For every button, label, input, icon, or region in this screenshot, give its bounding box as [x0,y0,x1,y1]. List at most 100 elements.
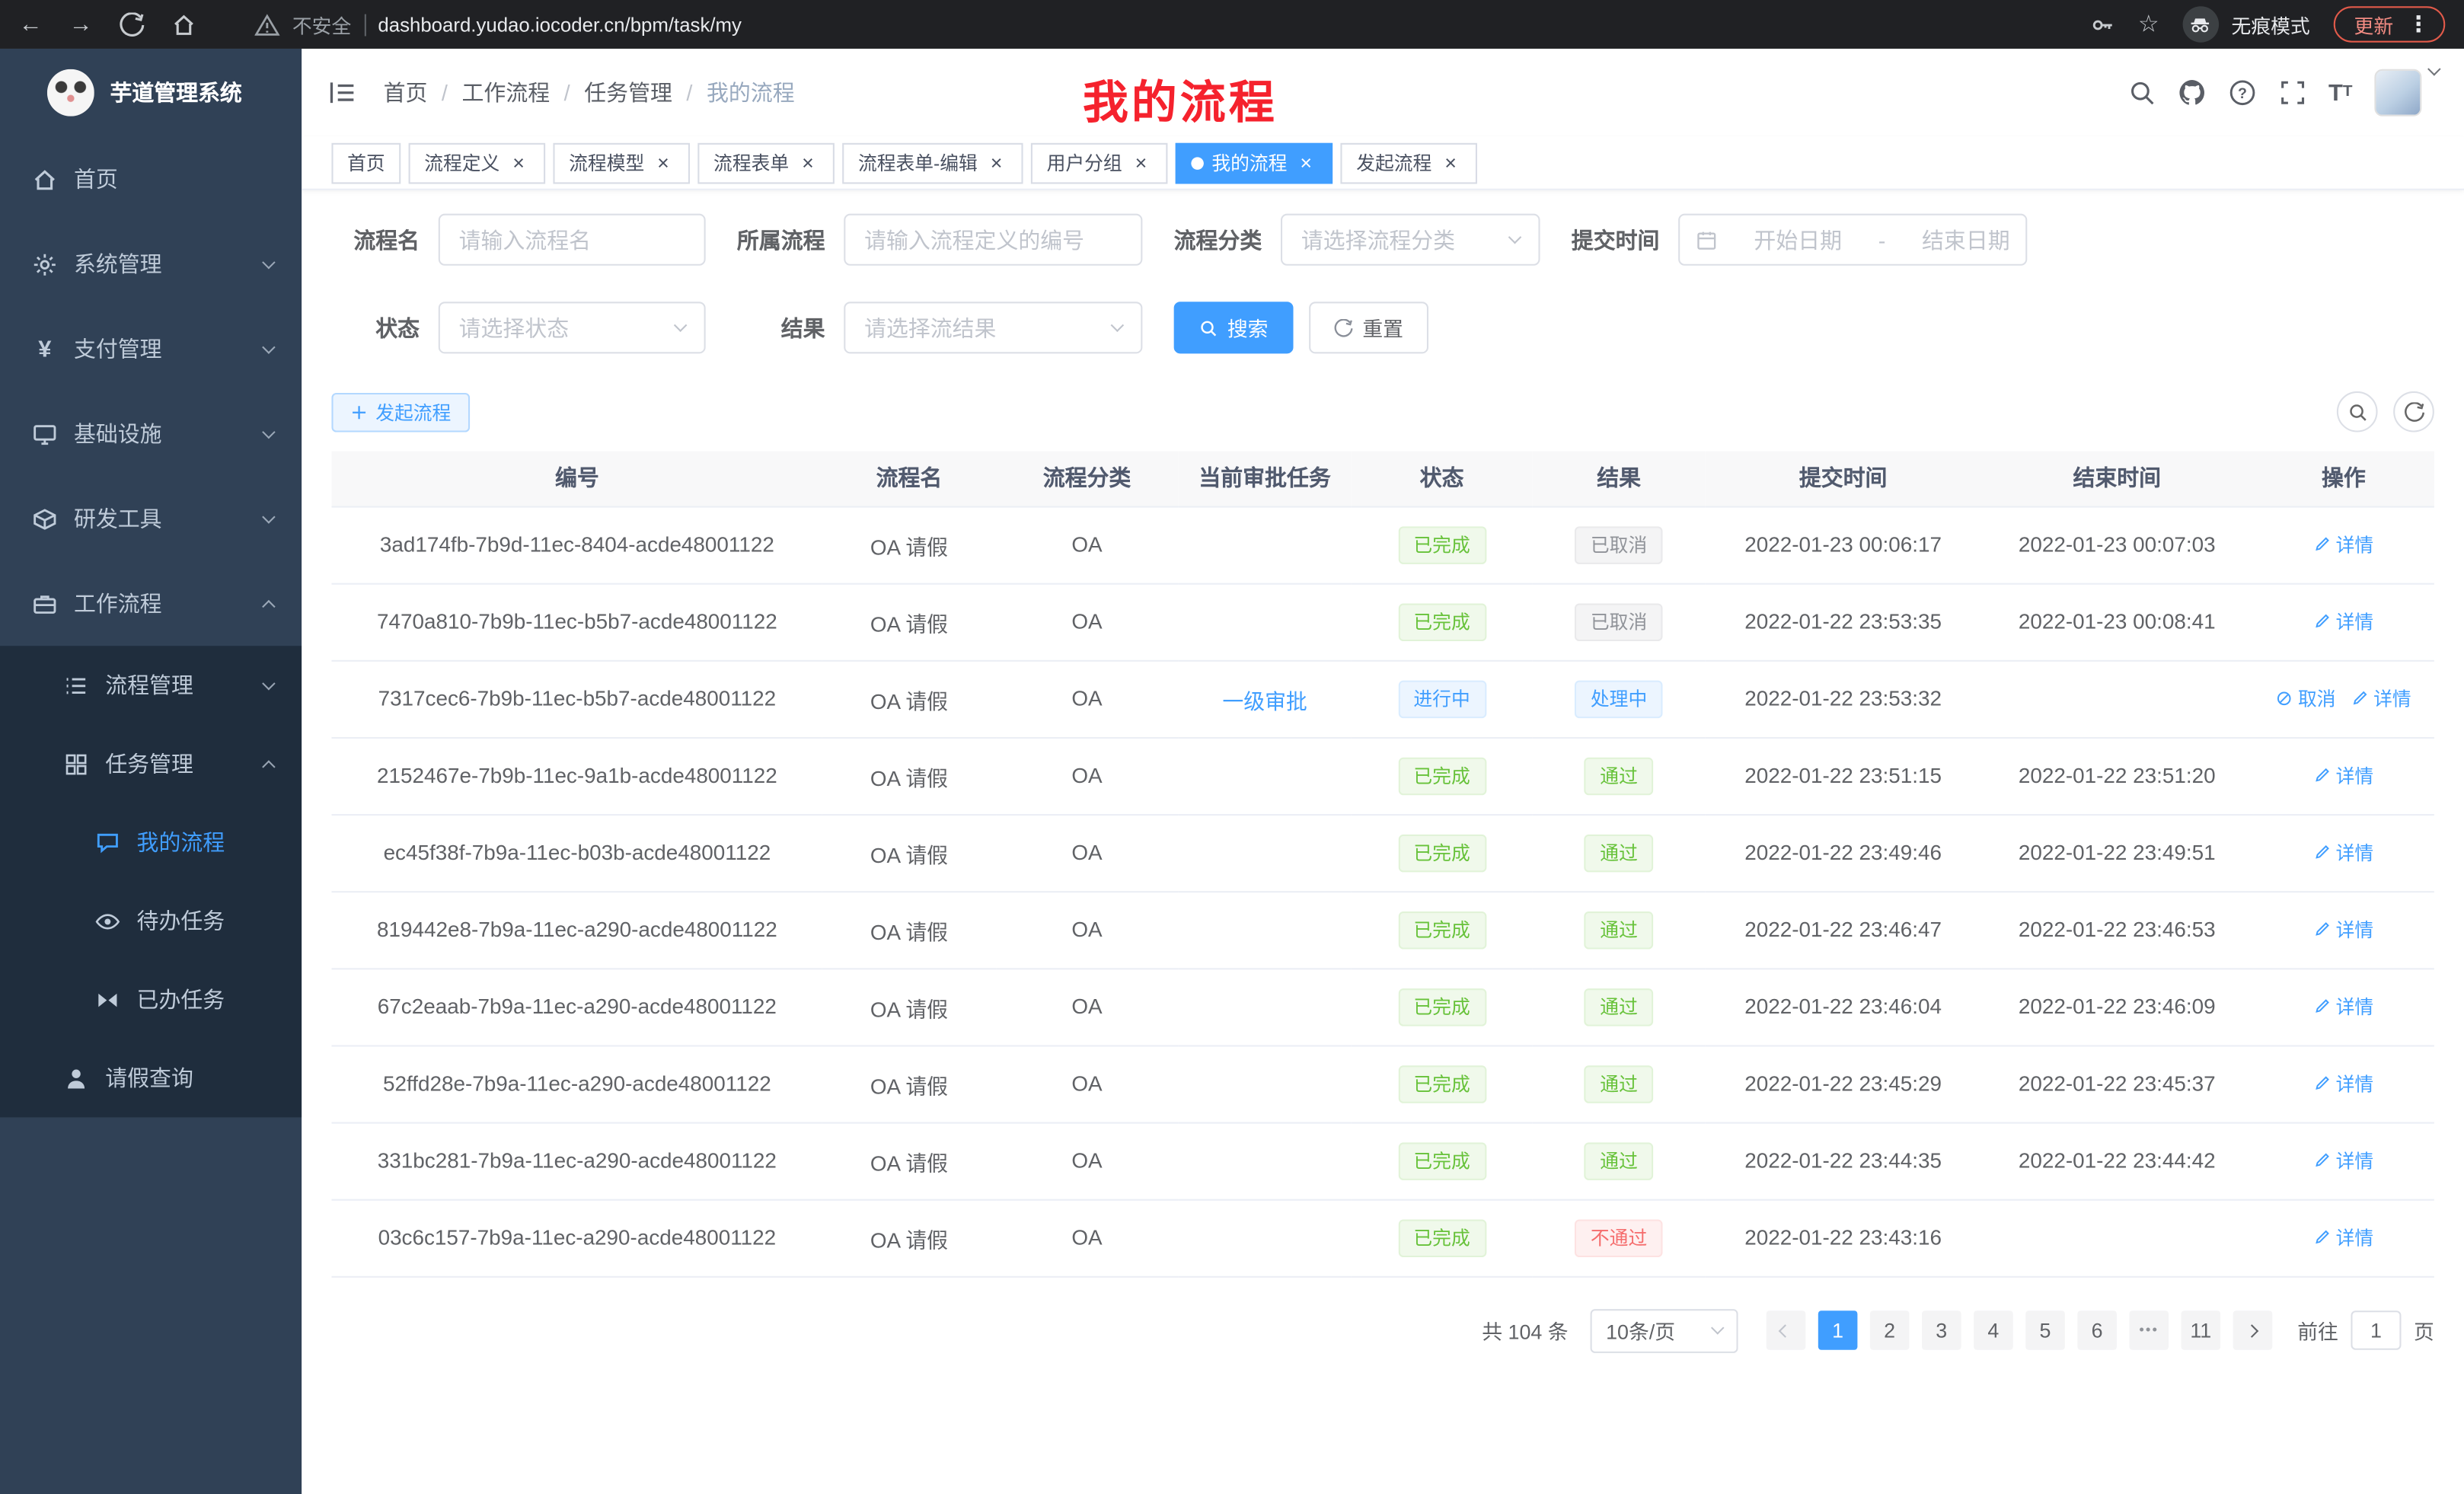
tab-close-icon[interactable]: × [1295,152,1317,174]
back-icon[interactable]: ← [19,13,43,37]
svg-text:?: ? [2237,85,2246,102]
browser-menu-icon[interactable]: ⋮ [2408,11,2430,37]
tab-首页[interactable]: 首页 [331,142,401,184]
tab-流程表单-编辑[interactable]: 流程表单-编辑× [842,142,1023,184]
detail-link[interactable]: 详情 [2314,1070,2373,1097]
tab-用户分组[interactable]: 用户分组× [1031,142,1168,184]
bookmark-star-icon[interactable]: ☆ [2138,13,2159,37]
create-process-button[interactable]: 发起流程 [331,392,470,432]
search-icon[interactable] [2127,78,2156,107]
detail-link[interactable]: 详情 [2314,916,2373,943]
cell-result: 不通过 [1532,1199,1705,1276]
detail-link[interactable]: 详情 [2314,608,2373,635]
task-link[interactable]: 一级审批 [1222,689,1307,713]
tab-流程模型[interactable]: 流程模型× [554,142,691,184]
breadcrumb-home[interactable]: 首页 [384,77,428,108]
detail-link[interactable]: 详情 [2314,1224,2373,1251]
pager-prev[interactable] [1767,1310,1806,1350]
search-button[interactable]: 搜索 [1174,302,1294,353]
pager-page-1[interactable]: 1 [1818,1310,1858,1350]
tab-close-icon[interactable]: × [985,152,1007,174]
detail-link[interactable]: 详情 [2314,839,2373,866]
tab-流程表单[interactable]: 流程表单× [697,142,835,184]
pager-next[interactable] [2233,1310,2273,1350]
status-badge: 已完成 [1398,1065,1486,1103]
sidebar-item-my-process[interactable]: 我的流程 [0,803,302,882]
refresh-table-button[interactable] [2393,391,2434,433]
sidebar-item-devtools[interactable]: 研发工具 [0,476,302,560]
detail-link[interactable]: 详情 [2314,762,2373,789]
tab-我的流程[interactable]: 我的流程× [1176,142,1333,184]
column-header: 当前审批任务 [1178,451,1351,506]
reset-button[interactable]: 重置 [1309,302,1428,353]
browser-update-button[interactable]: 更新 ⋮ [2334,6,2446,42]
sidebar-item-todo-tasks[interactable]: 待办任务 [0,882,302,960]
pager-page-4[interactable]: 4 [1974,1310,2013,1350]
fullscreen-icon[interactable] [2278,78,2306,107]
pager-page-11[interactable]: 11 [2181,1310,2220,1350]
tab-close-icon[interactable]: × [508,152,530,174]
table-row: 03c6c157-7b9a-11ec-a290-acde48001122OA 请… [331,1199,2434,1276]
detail-link[interactable]: 详情 [2351,685,2411,712]
url-text[interactable]: dashboard.yudao.iocoder.cn/bpm/task/my [378,14,742,36]
address-bar[interactable]: 不安全 dashboard.yudao.iocoder.cn/bpm/task/… [254,9,742,39]
avatar[interactable] [2374,69,2421,117]
tab-close-icon[interactable]: × [1440,152,1462,174]
tab-流程定义[interactable]: 流程定义× [409,142,546,184]
app-logo[interactable]: 芋道管理系统 [0,49,302,137]
category-select[interactable]: 请选择流程分类 [1281,214,1540,266]
help-icon[interactable]: ? [2228,78,2256,107]
forward-icon[interactable]: → [69,13,93,37]
toggle-search-button[interactable] [2337,391,2378,433]
cell-status: 已完成 [1352,968,1533,1045]
sidebar-item-system[interactable]: 系统管理 [0,222,302,306]
cell-ops: 详情 [2253,891,2434,968]
user-menu[interactable] [2374,69,2439,117]
cell-category: OA [996,1045,1179,1122]
sidebar-collapse-icon[interactable] [327,77,358,108]
font-size-icon[interactable]: TT [2328,81,2353,104]
cancel-link[interactable]: 取消 [2276,685,2335,712]
key-icon[interactable] [2089,11,2115,37]
total-count: 共 104 条 [1482,1315,1568,1345]
breadcrumb-task-mgmt[interactable]: 任务管理 [584,77,672,108]
sidebar-item-label: 基础设施 [74,418,254,449]
cell-task [1178,506,1351,583]
sidebar-item-payment[interactable]: ¥ 支付管理 [0,306,302,391]
home-icon[interactable] [171,11,196,37]
github-icon[interactable] [2178,78,2206,107]
breadcrumb-workflow[interactable]: 工作流程 [462,77,551,108]
detail-link[interactable]: 详情 [2314,532,2373,558]
goto-page-input[interactable] [2351,1310,2401,1350]
tab-close-icon[interactable]: × [653,152,675,174]
tab-close-icon[interactable]: × [1130,152,1152,174]
sidebar-item-done-tasks[interactable]: 已办任务 [0,960,302,1039]
sidebar-item-home[interactable]: 首页 [0,137,302,222]
pager-more[interactable]: ••• [2129,1310,2169,1350]
incognito-badge: 无痕模式 [2183,6,2310,42]
status-select[interactable]: 请选择状态 [439,302,706,353]
pager-page-5[interactable]: 5 [2025,1310,2065,1350]
pager-page-2[interactable]: 2 [1870,1310,1910,1350]
pager-page-6[interactable]: 6 [2077,1310,2117,1350]
status-badge: 已完成 [1398,757,1486,795]
tab-close-icon[interactable]: × [796,152,819,174]
result-label: 结果 [737,312,825,343]
cell-category: OA [996,506,1179,583]
tab-发起流程[interactable]: 发起流程× [1341,142,1478,184]
result-select[interactable]: 请选择流结果 [844,302,1142,353]
detail-link[interactable]: 详情 [2314,993,2373,1020]
page-size-select[interactable]: 10条/页 [1591,1308,1738,1352]
sidebar-item-process-mgmt[interactable]: 流程管理 [0,646,302,724]
submit-time-range-picker[interactable]: 开始日期 - 结束日期 [1678,214,2027,266]
sidebar-item-task-mgmt[interactable]: 任务管理 [0,724,302,803]
reload-icon[interactable] [120,11,145,37]
sidebar-item-leave-query[interactable]: 请假查询 [0,1039,302,1117]
parent-process-input[interactable] [844,214,1142,266]
pager-page-3[interactable]: 3 [1922,1310,1961,1350]
sidebar-item-infra[interactable]: 基础设施 [0,391,302,476]
sidebar-item-label: 支付管理 [74,334,254,365]
detail-link[interactable]: 详情 [2314,1148,2373,1174]
process-name-input[interactable] [439,214,706,266]
sidebar-item-workflow[interactable]: 工作流程 [0,561,302,646]
